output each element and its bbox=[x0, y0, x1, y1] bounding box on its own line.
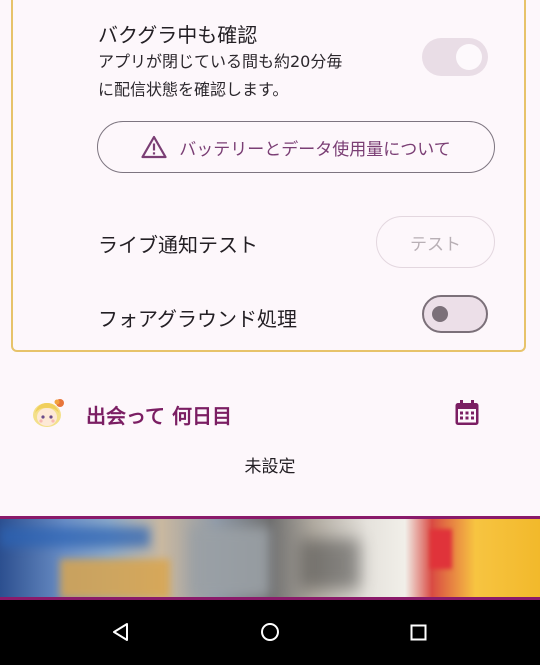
home-circle-icon[interactable] bbox=[260, 622, 280, 642]
foreground-processing-toggle[interactable] bbox=[422, 295, 488, 333]
back-triangle-icon[interactable] bbox=[111, 622, 131, 642]
banner-image-blur bbox=[430, 529, 452, 569]
banner-image-blur bbox=[60, 559, 170, 597]
toggle-knob bbox=[456, 44, 482, 70]
background-check-description: アプリが閉じている間も約20分毎 に配信状態を確認します。 bbox=[98, 48, 398, 104]
meeting-days-value: 未設定 bbox=[244, 457, 296, 477]
background-check-description-line2: に配信状態を確認します。 bbox=[98, 80, 289, 99]
system-navigation-bar bbox=[0, 600, 540, 665]
ad-banner[interactable] bbox=[0, 516, 540, 600]
test-button[interactable]: テスト bbox=[376, 216, 495, 268]
toggle-knob bbox=[432, 306, 448, 322]
background-check-toggle[interactable] bbox=[422, 38, 488, 76]
meeting-days-title: 出会って 何日目 bbox=[86, 404, 232, 428]
banner-image-blur bbox=[190, 527, 270, 597]
foreground-processing-label: フォアグラウンド処理 bbox=[98, 307, 297, 331]
banner-image-blur bbox=[300, 539, 360, 589]
background-check-title: バクグラ中も確認 bbox=[98, 23, 258, 47]
battery-data-usage-button[interactable]: バッテリーとデータ使用量について bbox=[97, 121, 495, 173]
calendar-icon[interactable] bbox=[454, 399, 480, 427]
live-notification-test-label: ライブ通知テスト bbox=[98, 233, 258, 257]
warning-icon bbox=[141, 135, 167, 159]
background-check-description-line1: アプリが閉じている間も約20分毎 bbox=[98, 52, 343, 71]
character-avatar-icon bbox=[30, 397, 66, 429]
banner-image-blur bbox=[0, 527, 150, 547]
recent-square-icon[interactable] bbox=[410, 624, 427, 641]
battery-button-label: バッテリーとデータ使用量について bbox=[179, 139, 451, 160]
